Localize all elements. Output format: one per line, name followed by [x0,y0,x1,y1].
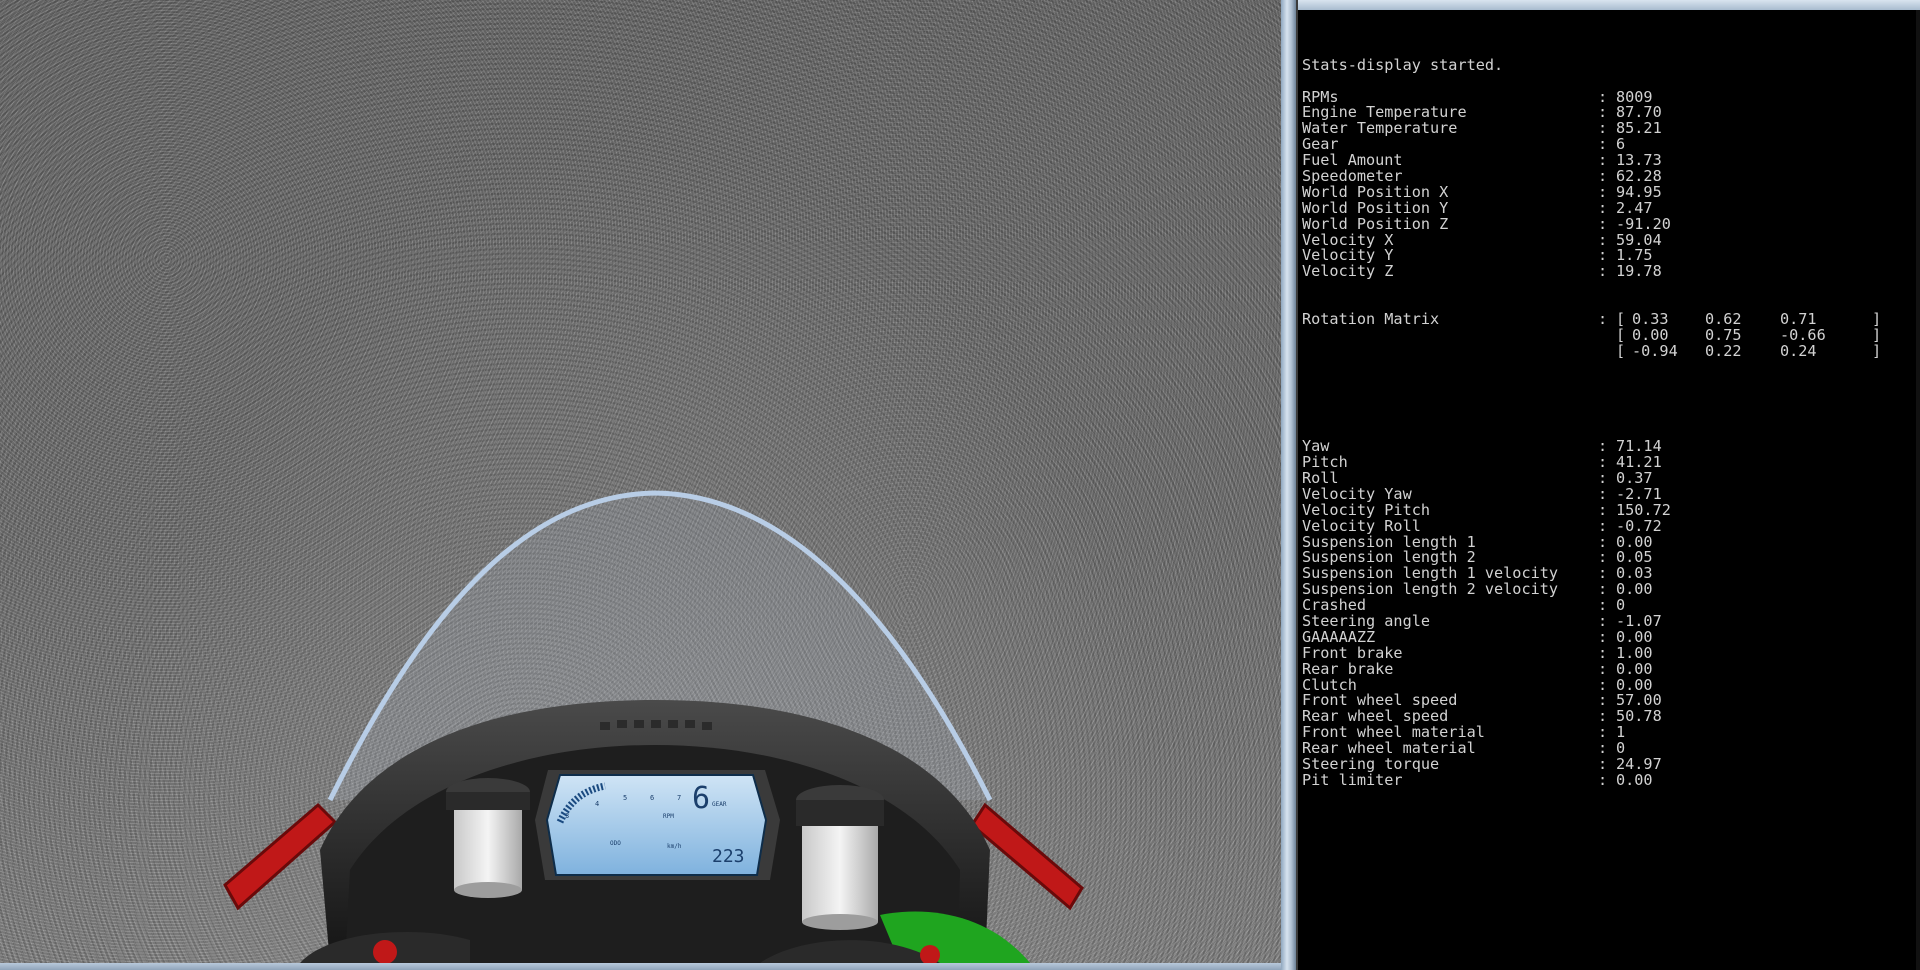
speed-readout: 223 [712,846,745,867]
stat-row-velocity-y: Velocity Y:1.75 [1302,248,1920,264]
stat-separator: : [1598,770,1608,789]
stat-row-velocity-x: Velocity X:59.04 [1302,232,1920,249]
console-header-line: Stats-display started. [1302,42,1920,73]
speed-unit: km/h [667,843,682,850]
motorcycle-cockpit: 3 4 5 6 7 RPM 6 GEAR ODO km/h 223 [223,490,1084,963]
console-output: Stats-display started. RPMs:8009 Engine T… [1302,10,1920,970]
matrix-open-bracket: [ [1616,341,1626,360]
game-viewport[interactable]: 3 4 5 6 7 RPM 6 GEAR ODO km/h 223 [0,0,1281,963]
stat-value: 19.78 [1616,262,1662,281]
stat-row-yaw: Yaw:71.14 [1302,438,1920,455]
window-divider[interactable] [1281,0,1296,970]
stats-list-2: Yaw:71.14 Pitch:41.21 Roll:0.37 Velocity Ya… [1302,438,1920,789]
console-window[interactable]: Stats-display started. RPMs:8009 Engine T… [1296,0,1920,970]
left-mirror [223,802,338,911]
tach-tick-3: 3 [565,812,569,820]
rotation-row-2: [0.00 0.75 -0.66] [1302,327,1920,344]
stat-row-pit-limiter: Pit limiter:0.00 [1302,770,1920,789]
stat-row-world-position-z: World Position Z: -91.20 [1302,216,1920,233]
matrix-close-bracket: ] [1872,341,1882,360]
matrix-cell: 0.24 [1780,341,1817,360]
rpm-label: RPM [663,813,674,820]
rotation-label: Rotation Matrix [1302,310,1440,329]
stat-row-water-temperature: Water Temperature:85.21 [1302,120,1920,137]
console-scrollbar[interactable] [1916,10,1920,970]
tach-tick-4: 4 [595,800,599,808]
rotation-row-3: [ -0.94 0.22 0.24] [1302,341,1920,360]
stat-row-suspension-length-2-velocity: Suspension length 2 velocity:0.00 [1302,581,1920,598]
stat-value: 0.00 [1616,770,1653,789]
stat-row-velocity-z: Velocity Z:19.78 [1302,262,1920,281]
odo-label: ODO [610,840,621,847]
tach-tick-6: 6 [650,794,654,802]
gear-label: GEAR [712,801,727,808]
tach-tick-7: 7 [677,794,681,802]
console-titlebar[interactable] [1298,0,1920,10]
window-bottom-border [0,963,1296,970]
rotation-matrix: Rotation Matrix:[0.33 0.62 0.71][0.00 0.75-… [1302,310,1920,360]
tach-tick-5: 5 [623,794,627,802]
stat-row-front-brake: Front brake:1.00 [1302,645,1920,662]
right-reservoir [796,785,884,930]
left-reservoir [446,778,530,898]
console-header: Stats-display started. [1302,55,1504,74]
stat-separator: : [1598,310,1608,329]
stats-list: RPMs:8009 Engine Temperature:87.70 Water T… [1302,89,1920,281]
gear-indicator: 6 [692,781,710,816]
stat-row-rear-brake: Rear brake:0.00 [1302,661,1920,678]
stat-separator: : [1598,262,1608,281]
matrix-cell: -0.94 [1632,341,1678,360]
stat-row-pitch: Pitch:41.21 [1302,454,1920,471]
stat-label: Pit limiter [1302,770,1403,789]
matrix-cell: 0.22 [1705,341,1742,360]
stat-row-steering-angle: Steering angle: -1.07 [1302,613,1920,630]
rotation-row-1: Rotation Matrix:[0.33 0.62 0.71] [1302,310,1920,329]
stat-label: Velocity Z [1302,262,1394,281]
